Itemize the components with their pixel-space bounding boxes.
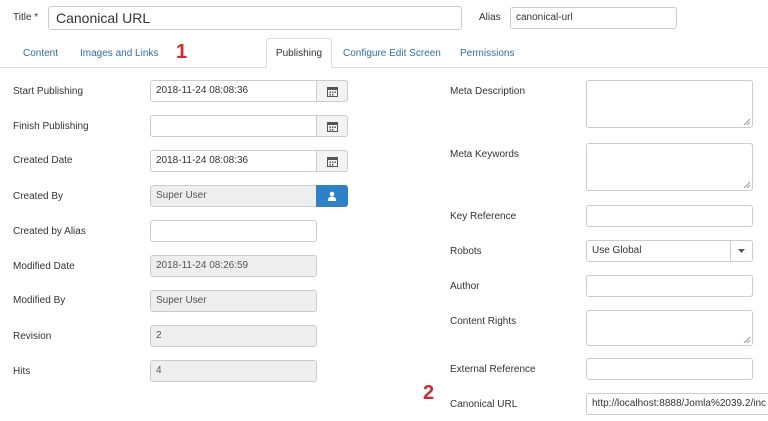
external-reference-input[interactable] xyxy=(586,358,753,380)
annotation-marker-2: 2 xyxy=(423,382,435,404)
resize-grip-icon[interactable] xyxy=(743,336,750,343)
finish-publishing-label: Finish Publishing xyxy=(13,121,89,132)
created-by-input: Super User xyxy=(150,185,317,207)
meta-keywords-textarea[interactable] xyxy=(586,143,753,191)
content-rights-label: Content Rights xyxy=(450,316,517,327)
modified-date-input: 2018-11-24 08:26:59 xyxy=(150,255,317,277)
alias-label: Alias xyxy=(479,12,501,23)
hits-input: 4 xyxy=(150,360,317,382)
start-publishing-label: Start Publishing xyxy=(13,86,84,97)
revision-input: 2 xyxy=(150,325,317,347)
tab-configure-edit-screen[interactable]: Configure Edit Screen xyxy=(343,48,441,60)
title-input[interactable]: Canonical URL xyxy=(48,6,462,30)
key-reference-label: Key Reference xyxy=(450,211,517,222)
resize-grip-icon[interactable] xyxy=(743,118,750,125)
canonical-url-label: Canonical URL xyxy=(450,399,518,410)
tab-permissions[interactable]: Permissions xyxy=(460,48,514,60)
caret-down-icon xyxy=(738,249,745,253)
alias-input[interactable]: canonical-url xyxy=(510,7,677,29)
tab-images-and-links[interactable]: Images and Links xyxy=(80,48,158,60)
modified-date-label: Modified Date xyxy=(13,261,75,272)
external-reference-label: External Reference xyxy=(450,364,536,375)
robots-label: Robots xyxy=(450,246,482,257)
start-publishing-calendar-button[interactable] xyxy=(316,80,348,102)
meta-description-textarea[interactable] xyxy=(586,80,753,128)
robots-dropdown-toggle[interactable] xyxy=(730,241,752,261)
created-date-calendar-button[interactable] xyxy=(316,150,348,172)
hits-label: Hits xyxy=(13,366,31,377)
tab-content[interactable]: Content xyxy=(23,48,58,60)
author-label: Author xyxy=(450,281,480,292)
modified-by-label: Modified By xyxy=(13,295,66,306)
created-by-alias-label: Created by Alias xyxy=(13,226,86,237)
user-icon xyxy=(327,191,337,201)
canonical-url-input[interactable]: http://localhost:8888/Jomla%2039.2/inc xyxy=(586,393,768,415)
finish-publishing-input[interactable] xyxy=(150,115,317,137)
tab-divider xyxy=(0,67,768,68)
modified-by-input: Super User xyxy=(150,290,317,312)
created-date-input[interactable]: 2018-11-24 08:08:36 xyxy=(150,150,317,172)
key-reference-input[interactable] xyxy=(586,205,753,227)
start-publishing-input[interactable]: 2018-11-24 08:08:36 xyxy=(150,80,317,102)
meta-description-label: Meta Description xyxy=(450,86,526,97)
calendar-icon xyxy=(326,86,338,97)
annotation-marker-1: 1 xyxy=(176,41,188,63)
calendar-icon xyxy=(326,121,338,132)
author-input[interactable] xyxy=(586,275,753,297)
calendar-icon xyxy=(326,156,338,167)
created-date-label: Created Date xyxy=(13,155,73,166)
created-by-alias-input[interactable] xyxy=(150,220,317,242)
finish-publishing-calendar-button[interactable] xyxy=(316,115,348,137)
meta-keywords-label: Meta Keywords xyxy=(450,149,519,160)
created-by-label: Created By xyxy=(13,191,64,202)
robots-selected-value: Use Global xyxy=(592,245,642,256)
revision-label: Revision xyxy=(13,331,52,342)
content-rights-textarea[interactable] xyxy=(586,310,753,346)
tab-publishing-label: Publishing xyxy=(275,47,323,59)
select-user-button[interactable] xyxy=(316,185,348,207)
robots-select[interactable]: Use Global xyxy=(586,240,753,262)
tab-publishing[interactable]: Publishing xyxy=(266,38,332,68)
title-label: Title * xyxy=(13,12,39,23)
resize-grip-icon[interactable] xyxy=(743,181,750,188)
